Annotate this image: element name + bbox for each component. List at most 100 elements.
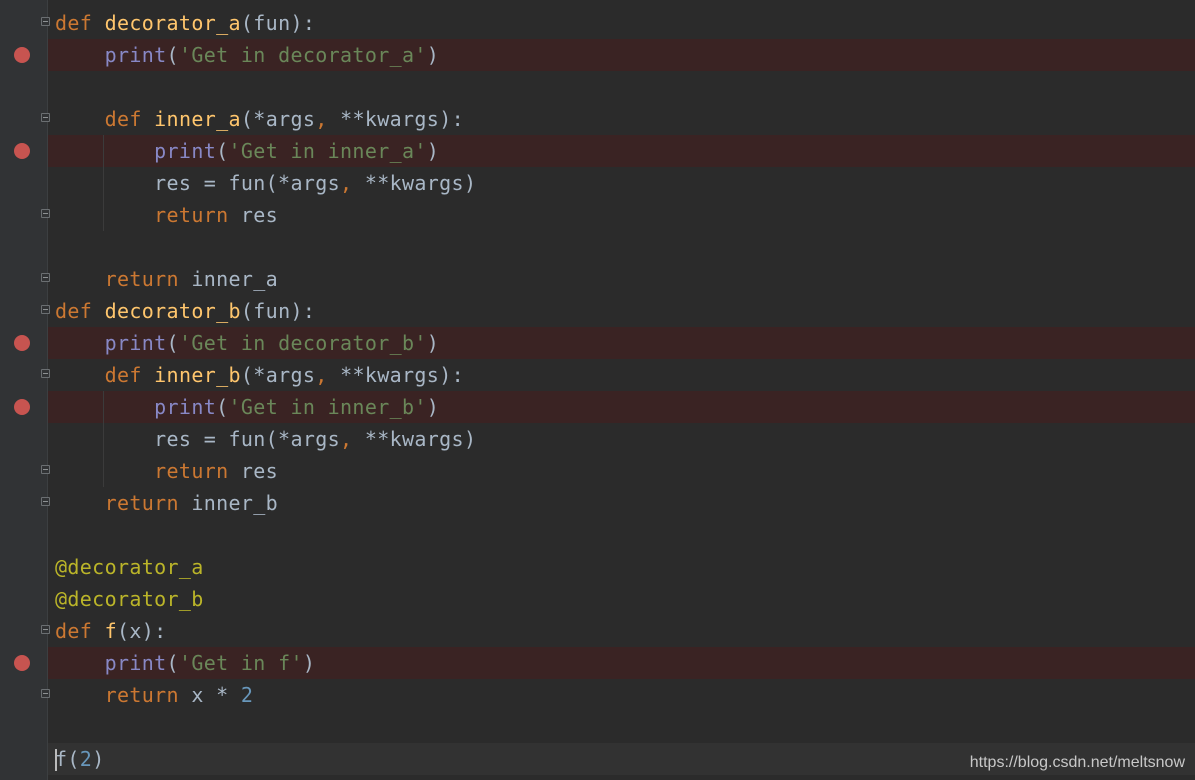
code-line[interactable]: [0, 519, 1195, 551]
fold-collapse-icon[interactable]: [41, 305, 50, 314]
code-line[interactable]: [0, 71, 1195, 103]
breakpoint-icon[interactable]: [14, 143, 30, 159]
indent-guide: [103, 391, 104, 487]
code-text[interactable]: print('Get in decorator_a'): [55, 39, 439, 71]
code-text[interactable]: print('Get in inner_a'): [55, 135, 439, 167]
code-line[interactable]: res = fun(*args, **kwargs): [0, 167, 1195, 199]
code-token: (: [216, 395, 229, 419]
code-token: ,: [340, 171, 365, 195]
code-line[interactable]: return inner_b: [0, 487, 1195, 519]
code-text[interactable]: return res: [55, 199, 278, 231]
code-token: def: [55, 619, 105, 643]
code-token: def: [104, 363, 155, 387]
breakpoint-icon[interactable]: [14, 335, 30, 351]
code-text[interactable]: print('Get in f'): [55, 647, 315, 679]
code-line[interactable]: def f(x):: [0, 615, 1195, 647]
code-line[interactable]: return inner_a: [0, 263, 1195, 295]
code-token: inner_a: [154, 107, 241, 131]
code-text[interactable]: res = fun(*args, **kwargs): [55, 167, 476, 199]
code-line[interactable]: print('Get in inner_a'): [0, 135, 1195, 167]
code-line[interactable]: print('Get in inner_b'): [0, 391, 1195, 423]
watermark-url: https://blog.csdn.net/meltsnow: [969, 754, 1185, 771]
code-token: def: [55, 299, 105, 323]
code-line[interactable]: def inner_b(*args, **kwargs):: [0, 359, 1195, 391]
fold-end-icon[interactable]: [41, 465, 50, 474]
code-line[interactable]: print('Get in decorator_b'): [0, 327, 1195, 359]
code-text[interactable]: def inner_a(*args, **kwargs):: [55, 103, 464, 135]
code-token: (*args: [240, 107, 316, 131]
code-text[interactable]: print('Get in decorator_b'): [55, 327, 439, 359]
code-text[interactable]: return x * 2: [55, 679, 253, 711]
code-line[interactable]: [0, 711, 1195, 743]
code-text[interactable]: return inner_a: [55, 263, 278, 295]
fold-collapse-icon[interactable]: [41, 625, 50, 634]
code-token: ): [426, 139, 440, 163]
code-token: return: [104, 267, 192, 291]
code-token: (: [166, 331, 179, 355]
code-token: res = fun(*args: [154, 427, 341, 451]
code-line[interactable]: return x * 2: [0, 679, 1195, 711]
breakpoint-icon[interactable]: [14, 47, 30, 63]
code-line[interactable]: return res: [0, 199, 1195, 231]
fold-collapse-icon[interactable]: [41, 113, 50, 122]
code-token: res = fun(*args: [154, 171, 341, 195]
code-token: **kwargs): [364, 427, 477, 451]
code-text[interactable]: @decorator_b: [55, 583, 204, 615]
code-line[interactable]: def decorator_b(fun):: [0, 295, 1195, 327]
code-token: **kwargs):: [340, 107, 464, 131]
code-token: 'Get in inner_b': [228, 395, 427, 419]
code-token: f(: [55, 747, 80, 771]
fold-collapse-icon[interactable]: [41, 17, 50, 26]
code-token: ): [426, 395, 440, 419]
code-token: 'Get in f': [178, 651, 303, 675]
code-text[interactable]: def decorator_b(fun):: [55, 295, 315, 327]
fold-end-icon[interactable]: [41, 689, 50, 698]
code-line[interactable]: @decorator_b: [0, 583, 1195, 615]
breakpoint-icon[interactable]: [14, 399, 30, 415]
code-text[interactable]: f(2): [55, 743, 105, 775]
text-caret: [55, 748, 57, 771]
code-text[interactable]: @decorator_a: [55, 551, 204, 583]
code-token: (: [216, 139, 229, 163]
code-editor[interactable]: def decorator_a(fun): print('Get in deco…: [0, 0, 1195, 780]
fold-end-icon[interactable]: [41, 497, 50, 506]
code-token: print: [104, 651, 167, 675]
code-text[interactable]: res = fun(*args, **kwargs): [55, 423, 476, 455]
code-token: **kwargs):: [340, 363, 464, 387]
code-token: @decorator_a: [55, 555, 204, 579]
code-token: print: [104, 43, 167, 67]
code-token: 'Get in inner_a': [228, 139, 427, 163]
code-line[interactable]: res = fun(*args, **kwargs): [0, 423, 1195, 455]
code-text[interactable]: return inner_b: [55, 487, 278, 519]
code-line[interactable]: @decorator_a: [0, 551, 1195, 583]
code-text[interactable]: def decorator_a(fun):: [55, 7, 315, 39]
code-token: return: [154, 203, 241, 227]
code-token: f: [104, 619, 117, 643]
code-token: inner_b: [154, 363, 241, 387]
fold-collapse-icon[interactable]: [41, 369, 50, 378]
breakpoint-icon[interactable]: [14, 655, 30, 671]
code-line[interactable]: [0, 231, 1195, 263]
indent-guide: [103, 135, 104, 231]
fold-end-icon[interactable]: [41, 209, 50, 218]
code-line[interactable]: return res: [0, 455, 1195, 487]
code-line[interactable]: print('Get in decorator_a'): [0, 39, 1195, 71]
code-token: x *: [191, 683, 241, 707]
code-token: decorator_a: [104, 11, 241, 35]
code-line[interactable]: def decorator_a(fun):: [0, 7, 1195, 39]
code-text[interactable]: print('Get in inner_b'): [55, 391, 439, 423]
fold-end-icon[interactable]: [41, 273, 50, 282]
code-text[interactable]: def inner_b(*args, **kwargs):: [55, 359, 464, 391]
code-text[interactable]: return res: [55, 455, 278, 487]
code-line[interactable]: def inner_a(*args, **kwargs):: [0, 103, 1195, 135]
code-token: (*args: [240, 363, 316, 387]
code-token: return: [104, 683, 192, 707]
code-line[interactable]: print('Get in f'): [0, 647, 1195, 679]
code-text[interactable]: def f(x):: [55, 615, 167, 647]
